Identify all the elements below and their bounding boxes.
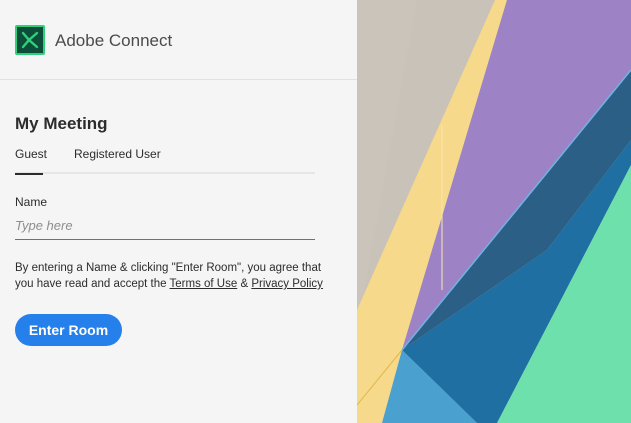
decorative-artwork (356, 0, 631, 423)
consent-joiner: & (237, 278, 252, 290)
name-label: Name (15, 195, 48, 209)
tab-registered-user[interactable]: Registered User (74, 147, 161, 173)
abstract-geometric-art (356, 0, 631, 423)
adobe-connect-logo-icon (15, 25, 45, 55)
tab-guest[interactable]: Guest (15, 147, 47, 175)
enter-room-button[interactable]: Enter Room (15, 314, 122, 346)
login-tabs: Guest Registered User (15, 146, 315, 175)
app-header: Adobe Connect (0, 0, 357, 80)
privacy-policy-link[interactable]: Privacy Policy (251, 278, 323, 290)
name-input[interactable] (15, 212, 315, 240)
terms-of-use-link[interactable]: Terms of Use (170, 278, 238, 290)
meeting-title: My Meeting (15, 114, 108, 133)
login-panel: Adobe Connect My Meeting Guest Registere… (0, 0, 357, 423)
consent-text: By entering a Name & clicking "Enter Roo… (15, 260, 335, 292)
app-title: Adobe Connect (55, 31, 173, 50)
